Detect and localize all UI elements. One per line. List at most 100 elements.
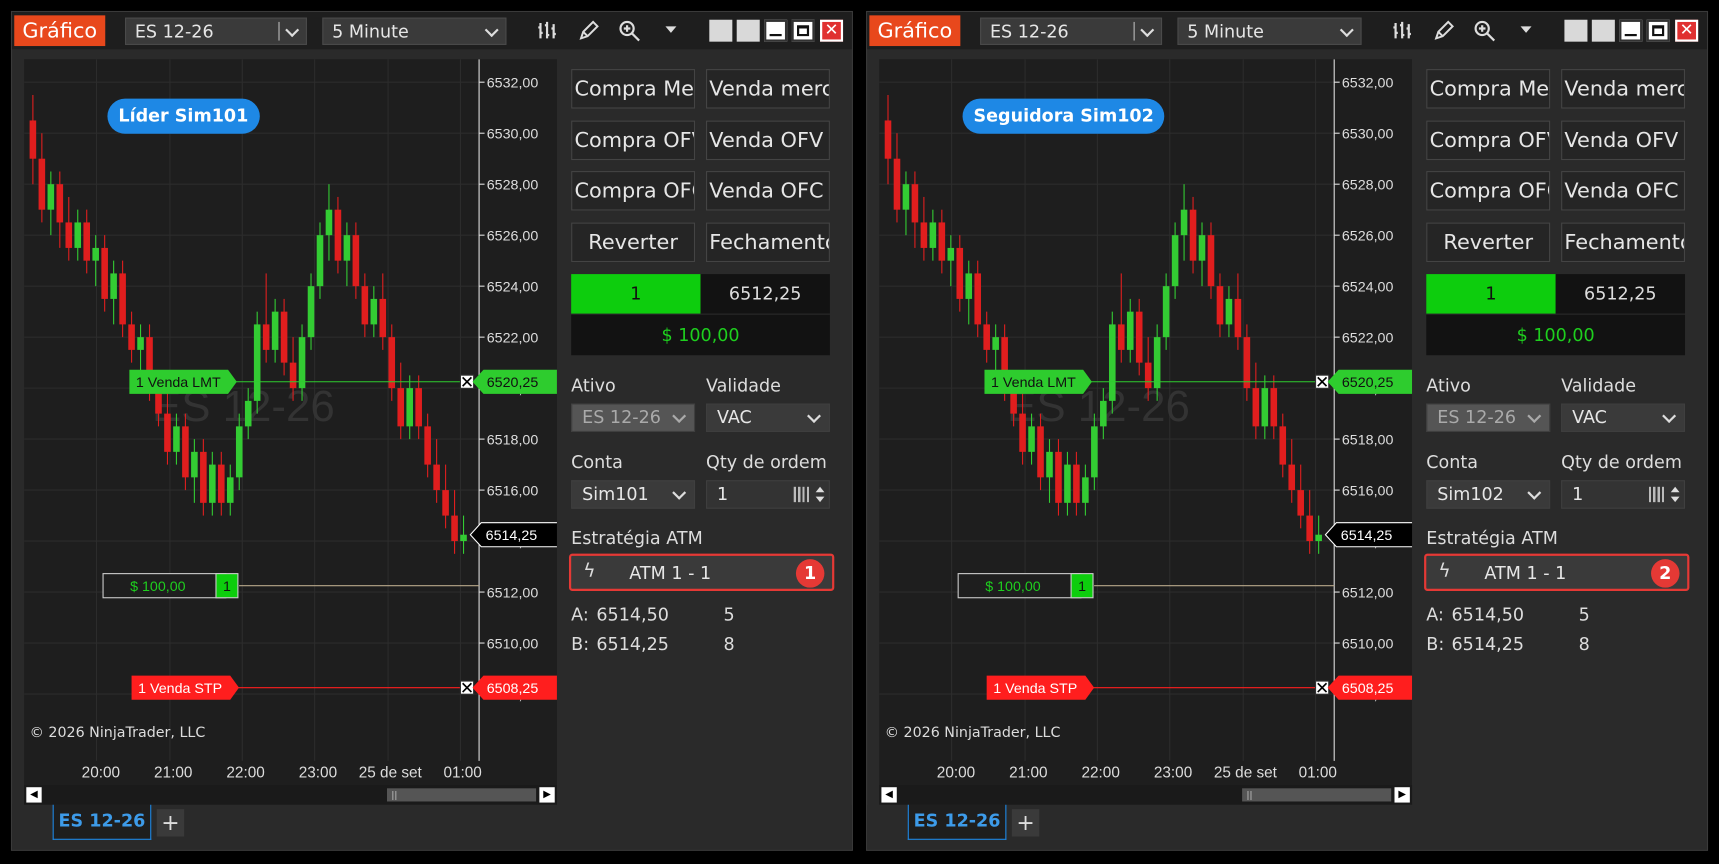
tif-select-value: VAC — [1572, 406, 1607, 428]
sell-ofc-button[interactable]: Venda OFC — [1561, 171, 1686, 211]
window-link-button[interactable] — [1564, 19, 1588, 42]
window-link-button[interactable] — [736, 19, 760, 42]
candle-body — [406, 388, 413, 427]
order-qty-label: Qty de ordem — [706, 451, 827, 473]
add-tab-button[interactable]: + — [156, 809, 185, 837]
scroll-thumb[interactable]: || — [386, 788, 537, 802]
chart-panel[interactable]: ES 12-26 6532,00 6530,00 6528,00 6526,00 6524… — [24, 59, 557, 805]
candle-body — [1189, 209, 1197, 261]
chevron-down-icon — [1339, 23, 1354, 38]
sell-ofc-button[interactable]: Venda OFC — [706, 171, 830, 211]
chevron-down-icon[interactable] — [1514, 20, 1538, 44]
pencil-icon[interactable] — [577, 20, 601, 44]
price-tick-label: 6522,00 — [487, 331, 539, 347]
increment-icon[interactable] — [1670, 486, 1680, 493]
instrument-select: ES 12-26 — [571, 403, 696, 432]
atm-strategy-select[interactable]: ϟ ATM 1 - 1 1 — [568, 553, 835, 591]
account-select[interactable]: Sim101 — [571, 480, 696, 509]
chart-panel[interactable]: ES 12-26 6532,00 6530,00 6528,00 6526,00 6524… — [879, 59, 1413, 805]
scroll-left-icon[interactable]: ◀ — [26, 787, 42, 803]
chevron-down-icon — [1527, 485, 1542, 500]
buy-ofv-button[interactable]: Compra OFV — [1426, 120, 1551, 161]
reverse-button[interactable]: Reverter — [571, 222, 696, 263]
close-position-button[interactable]: Fechamento — [706, 222, 830, 263]
add-tab-button[interactable]: + — [1011, 809, 1040, 837]
close-button[interactable]: ✕ — [820, 19, 844, 42]
buy-ofc-button[interactable]: Compra OFC — [1426, 171, 1551, 211]
chevron-down-icon — [1140, 23, 1155, 38]
scroll-right-icon[interactable]: ▶ — [539, 787, 555, 803]
title-bar: Gráfico ES 12-26 5 Minute ✕ — [12, 12, 852, 50]
candle-body — [209, 464, 216, 503]
bid-price: 6514,25 — [596, 633, 669, 655]
candle-body — [1019, 413, 1026, 452]
candle-body — [56, 184, 64, 223]
price-chart[interactable]: ES 12-266532,006530,006528,006526,006524… — [879, 59, 1413, 785]
decrement-icon[interactable] — [1670, 496, 1680, 503]
instrument-selector[interactable]: ES 12-26 — [980, 17, 1163, 45]
tab-instrument[interactable]: ES 12-26 — [52, 804, 152, 840]
time-tick-label: 23:00 — [1154, 764, 1192, 781]
time-tick-label: 01:00 — [1299, 764, 1337, 781]
increment-icon[interactable] — [815, 486, 825, 493]
minimize-button[interactable] — [764, 19, 788, 42]
buy-ofc-button[interactable]: Compra OFC — [571, 171, 696, 211]
minimize-button[interactable] — [1619, 19, 1643, 42]
close-position-button[interactable]: Fechamento — [1561, 222, 1686, 263]
decrement-icon[interactable] — [815, 496, 825, 503]
candle-body — [992, 337, 999, 350]
horizontal-scrollbar[interactable]: ◀ || ▶ — [24, 785, 557, 805]
window-link-button[interactable] — [709, 19, 733, 42]
tab-instrument[interactable]: ES 12-26 — [907, 804, 1007, 840]
close-button[interactable]: ✕ — [1675, 19, 1699, 42]
reverse-button[interactable]: Reverter — [1426, 222, 1551, 263]
price-chart[interactable]: ES 12-266532,006530,006528,006526,006524… — [24, 59, 557, 785]
scroll-left-icon[interactable]: ◀ — [881, 787, 897, 803]
maximize-button[interactable] — [1646, 19, 1670, 42]
order-qty-stepper[interactable]: 1 — [706, 480, 830, 509]
maximize-button[interactable] — [791, 19, 815, 42]
calculator-icon[interactable] — [793, 486, 811, 503]
buy-market-button[interactable]: Compra Mercado — [1426, 69, 1551, 109]
position-quantity: 1 — [1426, 274, 1556, 314]
sell-market-button[interactable]: Venda mercado — [706, 69, 830, 109]
bar-chart-icon[interactable] — [535, 20, 559, 44]
candle-body — [1252, 388, 1260, 427]
period-selector[interactable]: 5 Minute — [1177, 17, 1362, 45]
price-tick-label: 6526,00 — [1342, 229, 1394, 245]
tif-select[interactable]: VAC — [1561, 403, 1686, 432]
instrument-selector[interactable]: ES 12-26 — [124, 17, 307, 45]
zoom-icon[interactable] — [1473, 20, 1497, 44]
window-link-button[interactable] — [1591, 19, 1615, 42]
buy-market-button[interactable]: Compra Mercado — [571, 69, 696, 109]
scroll-right-icon[interactable]: ▶ — [1394, 787, 1410, 803]
sell-ofv-button[interactable]: Venda OFV — [1561, 120, 1686, 161]
position-pnl-label: $ 100,00 — [130, 579, 186, 595]
position-pnl-label: $ 100,00 — [985, 579, 1041, 595]
candle-body — [361, 286, 369, 325]
horizontal-scrollbar[interactable]: ◀ || ▶ — [879, 785, 1413, 805]
zoom-icon[interactable] — [618, 20, 642, 44]
tab-bar: ES 12-26 + — [12, 804, 852, 850]
instrument-select-value: ES 12-26 — [582, 406, 661, 428]
candle-body — [1261, 388, 1269, 427]
candle-body — [1288, 464, 1296, 491]
scroll-thumb[interactable]: || — [1242, 788, 1392, 802]
calculator-icon[interactable] — [1648, 486, 1666, 503]
chevron-down-icon[interactable] — [659, 20, 683, 44]
bar-chart-icon[interactable] — [1390, 20, 1414, 44]
sell-market-button[interactable]: Venda mercado — [1561, 69, 1686, 109]
sell-ofv-button[interactable]: Venda OFV — [706, 120, 830, 161]
candle-body — [1144, 362, 1152, 389]
candle-body — [1046, 451, 1053, 478]
pencil-icon[interactable] — [1432, 20, 1456, 44]
period-selector[interactable]: 5 Minute — [322, 17, 507, 45]
candle-body — [298, 337, 306, 389]
price-tick-label: 6518,00 — [487, 433, 539, 449]
tif-select[interactable]: VAC — [706, 403, 830, 432]
account-select[interactable]: Sim102 — [1426, 480, 1551, 509]
order-qty-stepper[interactable]: 1 — [1561, 480, 1686, 509]
atm-strategy-select[interactable]: ϟ ATM 1 - 1 2 — [1424, 553, 1690, 591]
candle-body — [253, 324, 261, 401]
buy-ofv-button[interactable]: Compra OFV — [571, 120, 696, 161]
